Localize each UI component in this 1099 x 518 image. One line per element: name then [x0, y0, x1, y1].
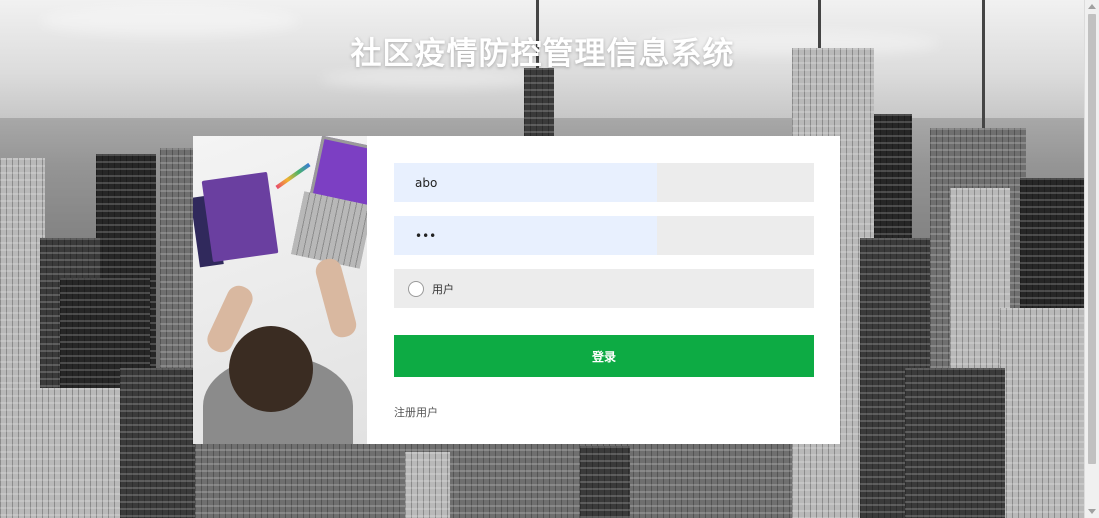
side-photo — [193, 136, 367, 444]
scroll-up-icon[interactable] — [1088, 4, 1096, 9]
vertical-scrollbar[interactable] — [1084, 0, 1099, 518]
role-radio-user[interactable] — [408, 280, 424, 297]
register-link[interactable]: 注册用户 — [394, 404, 438, 420]
login-card: 用户 登录 注册用户 — [193, 136, 840, 444]
scroll-down-icon[interactable] — [1088, 509, 1096, 514]
role-radio-label: 用户 — [432, 282, 454, 296]
login-form: 用户 登录 注册用户 — [367, 136, 840, 444]
username-field-wrapper — [394, 163, 814, 202]
login-button[interactable]: 登录 — [394, 335, 814, 377]
password-field-wrapper — [394, 216, 814, 255]
page-title: 社区疫情防控管理信息系统 — [350, 36, 735, 72]
password-input[interactable] — [394, 216, 814, 255]
role-selector: 用户 — [394, 269, 814, 308]
scrollbar-thumb[interactable] — [1088, 14, 1096, 464]
username-input[interactable] — [394, 163, 814, 202]
